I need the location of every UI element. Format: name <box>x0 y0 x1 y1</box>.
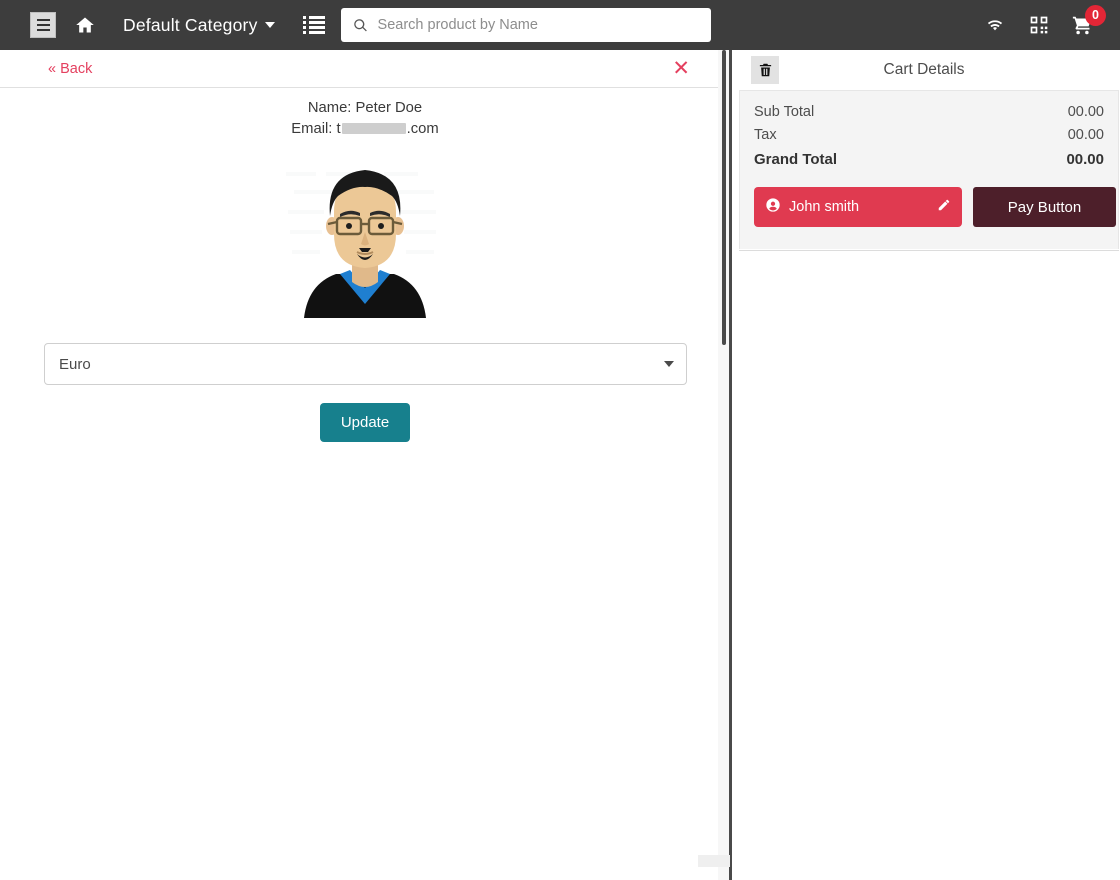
search-input[interactable] <box>377 17 701 33</box>
cart-header: Cart Details <box>738 50 1120 90</box>
hamburger-bar <box>36 19 50 21</box>
cart-count-badge: 0 <box>1085 4 1106 26</box>
cart-summary: Sub Total 00.00 Tax 00.00 Grand Total 00… <box>739 90 1119 249</box>
back-link[interactable]: « Back <box>48 61 92 77</box>
chevron-down-icon <box>664 361 674 367</box>
shopping-cart-icon[interactable]: 0 <box>1071 4 1106 36</box>
tax-value: 00.00 <box>1067 127 1104 143</box>
customer-email-suffix: .com <box>406 121 439 137</box>
customer-name: Name: Peter Doe <box>307 100 423 116</box>
pencil-icon[interactable] <box>937 198 951 216</box>
selected-customer-button[interactable]: John smith <box>754 187 962 227</box>
cart-panel-divider <box>739 249 1119 251</box>
list-icon-row <box>302 16 325 19</box>
form-actions: Update <box>44 403 686 442</box>
list-view-icon[interactable] <box>302 16 325 34</box>
chevron-down-icon <box>264 22 275 28</box>
cart-actions: John smith Pay Button <box>754 187 1116 227</box>
user-circle-icon <box>765 197 781 217</box>
list-icon-row <box>302 21 325 24</box>
navbar-left-group: Default Category <box>0 0 711 50</box>
grand-total-value: 00.00 <box>1066 151 1104 168</box>
cart-row-grand-total: Grand Total 00.00 <box>754 147 1104 173</box>
customer-name-label: John smith <box>789 199 860 215</box>
customer-detail-panel: « Back ✕ Name: Peter Doe Email: t .com E… <box>0 50 730 880</box>
customer-email: Email: t .com <box>291 119 438 140</box>
category-dropdown[interactable]: Default Category <box>123 15 275 36</box>
cart-title: Cart Details <box>883 61 965 78</box>
trash-icon[interactable] <box>751 56 779 84</box>
search-bar[interactable] <box>340 8 711 42</box>
hamburger-bar <box>36 29 50 31</box>
customer-email-prefix: Email: t <box>291 121 341 137</box>
currency-select[interactable]: Euro <box>44 343 687 385</box>
currency-select-value: Euro <box>59 355 91 373</box>
panel-header-bar: « Back ✕ <box>0 50 730 88</box>
left-panel-scrollbar-thumb[interactable] <box>722 50 726 345</box>
hamburger-bar <box>36 24 50 26</box>
subtotal-label: Sub Total <box>754 104 815 120</box>
category-dropdown-label: Default Category <box>123 14 258 35</box>
update-button[interactable]: Update <box>319 403 411 442</box>
grand-total-label: Grand Total <box>754 151 838 168</box>
qr-code-icon[interactable] <box>1029 15 1049 35</box>
avatar <box>274 158 456 318</box>
top-navbar: Default Category 0 <box>0 0 1120 50</box>
pay-button[interactable]: Pay Button <box>973 187 1116 227</box>
navbar-right-group: 0 <box>983 0 1120 50</box>
page-scrollbar-thumb[interactable] <box>729 50 732 880</box>
search-icon <box>351 18 371 33</box>
hamburger-menu-icon[interactable] <box>30 12 56 38</box>
close-icon[interactable]: ✕ <box>672 58 690 79</box>
horizontal-scrollbar-track[interactable] <box>698 855 730 867</box>
tax-label: Tax <box>754 127 777 143</box>
list-icon-row <box>302 26 325 29</box>
home-icon[interactable] <box>74 14 96 36</box>
cart-row-tax: Tax 00.00 <box>754 124 1104 147</box>
subtotal-value: 00.00 <box>1067 104 1104 120</box>
customer-form: Euro Update <box>0 343 730 442</box>
list-icon-row <box>302 31 325 34</box>
redacted-email-block <box>341 123 406 134</box>
wifi-icon[interactable] <box>983 15 1007 35</box>
cart-panel: Cart Details Sub Total 00.00 Tax 00.00 G… <box>738 50 1120 880</box>
customer-profile: Name: Peter Doe Email: t .com <box>0 88 730 318</box>
cart-row-subtotal: Sub Total 00.00 <box>754 101 1104 124</box>
